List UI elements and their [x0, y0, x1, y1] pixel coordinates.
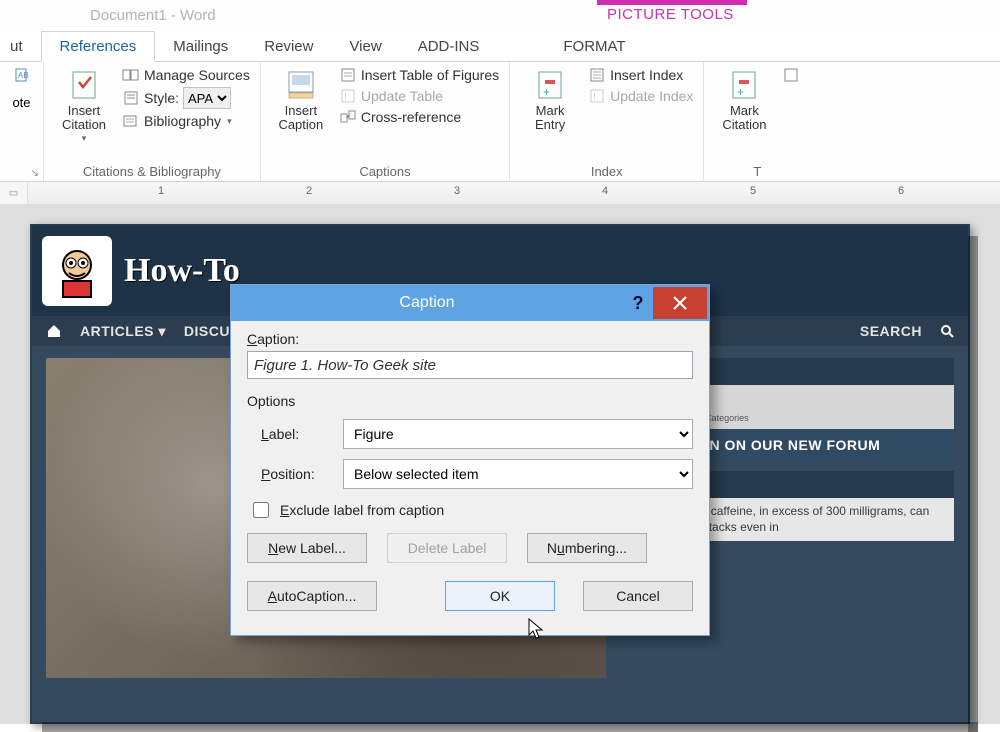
tab-view[interactable]: View [331, 32, 399, 61]
nav-search[interactable]: SEARCH [860, 323, 922, 339]
insert-caption-button[interactable]: Insert Caption [271, 66, 331, 135]
svg-text:!: ! [593, 92, 596, 103]
insert-caption-icon [284, 68, 318, 102]
insert-table-of-figures-button[interactable]: Insert Table of Figures [339, 66, 499, 84]
nav-articles[interactable]: ARTICLES ▾ [80, 323, 166, 340]
dropdown-caret-icon: ▾ [227, 116, 232, 127]
index-group-label: Index [520, 164, 693, 181]
home-icon[interactable] [46, 323, 62, 339]
update-index-button: ! Update Index [588, 87, 693, 105]
dialog-title: Caption [231, 294, 623, 312]
mark-citation-button[interactable]: + Mark Citation [714, 66, 774, 135]
position-select[interactable]: Below selected item [343, 459, 693, 489]
footnote-fragment-1[interactable]: AB [13, 66, 31, 84]
insert-citation-button[interactable]: Insert Citation ▾ [54, 66, 114, 146]
insert-index-button[interactable]: Insert Index [588, 66, 693, 84]
svg-text:+: + [543, 85, 550, 99]
group-footnotes-fragment: AB ote ↘ [0, 62, 44, 181]
group-captions: Insert Caption Insert Table of Figures !… [261, 62, 510, 181]
site-logo [42, 236, 112, 306]
tab-format[interactable]: FORMAT [545, 32, 643, 61]
exclude-label: Exclude label from caption [280, 502, 444, 518]
label-row: Label: Figure [261, 419, 693, 449]
mark-entry-button[interactable]: + Mark Entry [520, 66, 580, 135]
tab-fragment[interactable]: ut [0, 32, 41, 61]
numbering-button[interactable]: Numbering... [527, 533, 647, 563]
search-icon[interactable] [940, 324, 954, 338]
style-icon [122, 89, 140, 107]
style-label: Style: [144, 90, 179, 106]
mark-citation-icon: + [727, 68, 761, 102]
toa-group-label: T [714, 164, 800, 181]
ok-button[interactable]: OK [445, 581, 555, 611]
citations-group-label: Citations & Bibliography [54, 164, 250, 181]
group-index: + Mark Entry Insert Index ! Update Index… [510, 62, 704, 181]
insert-index-icon [588, 66, 606, 84]
help-icon[interactable]: ? [623, 293, 653, 314]
autocaption-button[interactable]: AutoCaption... [247, 581, 377, 611]
site-title: How-To [124, 252, 240, 290]
context-tab-label: PICTURE TOOLS [607, 6, 734, 23]
caption-field-label: Caption: [247, 331, 693, 347]
close-icon [673, 296, 687, 310]
group-citations: Insert Citation ▾ Manage Sources Style: … [44, 62, 261, 181]
svg-text:!: ! [344, 92, 347, 103]
manage-sources-icon [122, 66, 140, 84]
ribbon-tabs: ut References Mailings Review View ADD-I… [0, 30, 1000, 62]
dropdown-caret-icon: ▾ [82, 133, 87, 144]
caption-dialog: Caption ? Caption: Options Label: Figure… [230, 284, 710, 636]
tab-references[interactable]: References [41, 31, 156, 62]
close-button[interactable] [653, 287, 707, 319]
insert-citation-icon [67, 68, 101, 102]
cross-reference-button[interactable]: Cross-reference [339, 108, 499, 126]
ote-label[interactable]: ote [12, 95, 30, 110]
horizontal-ruler[interactable]: 1 2 3 4 5 6 [28, 182, 1000, 204]
citation-style-box: Style: APA [122, 87, 250, 109]
new-label-button[interactable]: New Label... [247, 533, 367, 563]
insert-toa-button[interactable] [782, 66, 800, 84]
bibliography-icon [122, 112, 140, 130]
group-authorities: + Mark Citation T [704, 62, 810, 181]
label-select[interactable]: Figure [343, 419, 693, 449]
manage-sources-button[interactable]: Manage Sources [122, 66, 250, 84]
tab-addins[interactable]: ADD-INS [400, 32, 498, 61]
cross-reference-icon [339, 108, 357, 126]
options-heading: Options [247, 393, 693, 409]
tab-mailings[interactable]: Mailings [155, 32, 246, 61]
caption-input[interactable] [247, 351, 693, 379]
style-select[interactable]: APA [183, 87, 231, 109]
dialog-body: Caption: Options Label: Figure Position:… [231, 321, 709, 635]
bibliography-button[interactable]: Bibliography ▾ [122, 112, 250, 130]
label-field-label: Label: [261, 426, 339, 442]
title-bar: Document1 - Word [0, 0, 1000, 30]
cancel-button[interactable]: Cancel [583, 581, 693, 611]
ruler-area: ▭ 1 2 3 4 5 6 [0, 182, 1000, 204]
svg-text:AB: AB [18, 71, 29, 80]
window-title: Document1 - Word [90, 7, 216, 24]
footnote-icon: AB [13, 66, 31, 84]
tof-icon [339, 66, 357, 84]
svg-text:+: + [737, 85, 744, 99]
context-tab-highlight [597, 0, 747, 5]
delete-label-button: Delete Label [387, 533, 507, 563]
position-field-label: Position: [261, 466, 339, 482]
update-index-icon: ! [588, 87, 606, 105]
toa-icon [782, 66, 800, 84]
tab-review[interactable]: Review [246, 32, 331, 61]
exclude-row[interactable]: Exclude label from caption [249, 499, 693, 521]
exclude-checkbox[interactable] [253, 502, 269, 518]
ruler-corner[interactable]: ▭ [0, 182, 28, 204]
update-table-button: ! Update Table [339, 87, 499, 105]
dialog-title-bar[interactable]: Caption ? [231, 285, 709, 321]
captions-group-label: Captions [271, 164, 499, 181]
update-table-icon: ! [339, 87, 357, 105]
ribbon: AB ote ↘ Insert Citation ▾ Manage Source… [0, 62, 1000, 182]
mark-entry-icon: + [533, 68, 567, 102]
position-row: Position: Below selected item [261, 459, 693, 489]
footnotes-launcher-icon[interactable]: ↘ [10, 168, 39, 179]
